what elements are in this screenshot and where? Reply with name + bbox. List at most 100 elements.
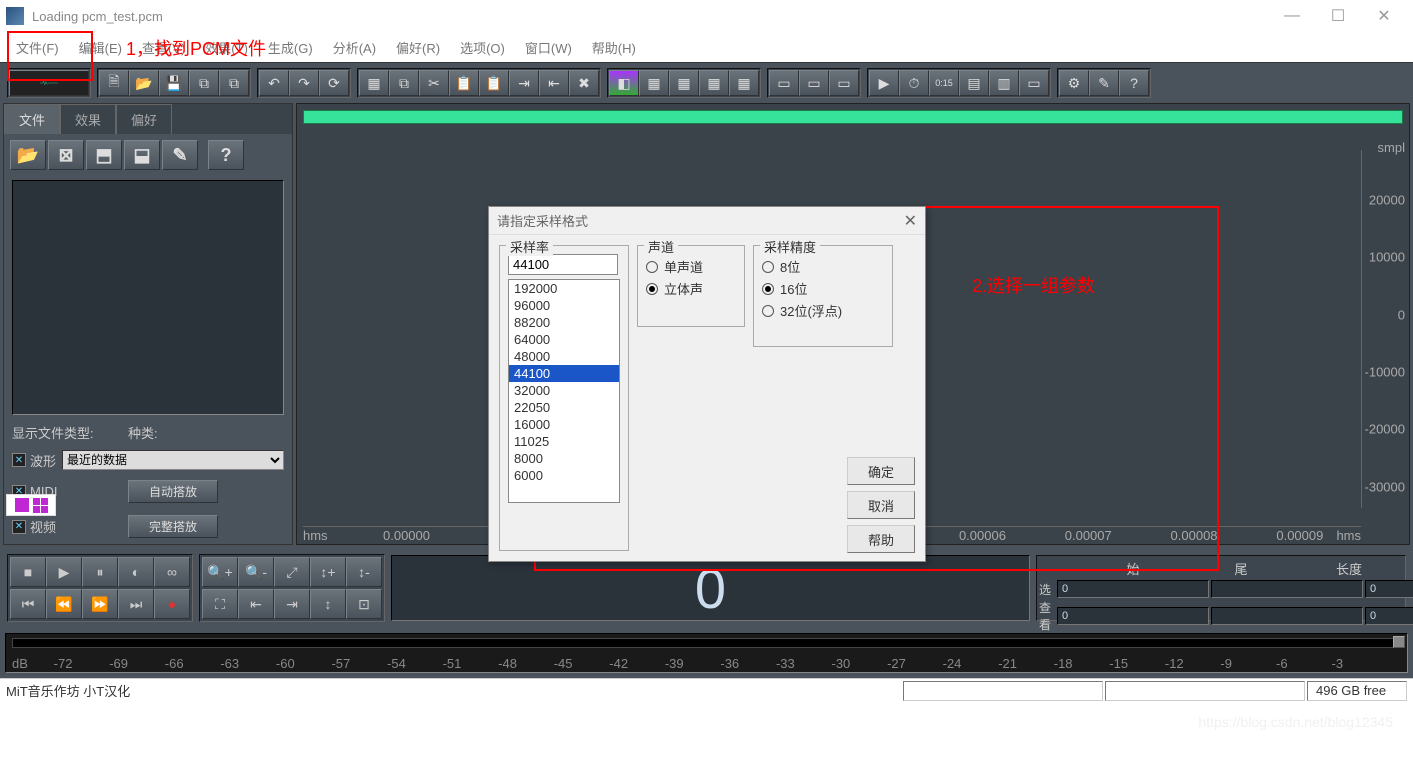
- meter-icon[interactable]: ▤: [959, 70, 989, 96]
- rate-option[interactable]: 16000: [509, 416, 619, 433]
- settings-icon[interactable]: ⚙: [1059, 70, 1089, 96]
- zoom-reset-v-icon[interactable]: ↕: [310, 589, 346, 619]
- stop-button[interactable]: ■: [10, 557, 46, 587]
- rewind-button[interactable]: ⏪: [46, 589, 82, 619]
- db-handle-icon[interactable]: [1393, 636, 1405, 648]
- ok-button[interactable]: 确定: [847, 457, 915, 485]
- radio-mono[interactable]: 单声道: [646, 257, 736, 276]
- sel-len-input[interactable]: [1365, 580, 1413, 598]
- help-button[interactable]: 帮助: [847, 525, 915, 553]
- zoom-right-icon[interactable]: ⇥: [274, 589, 310, 619]
- sample-rate-input[interactable]: [508, 254, 618, 275]
- sel-end-input[interactable]: [1211, 580, 1363, 598]
- chk-video[interactable]: ✕视频: [12, 517, 122, 536]
- rate-option[interactable]: 8000: [509, 450, 619, 467]
- side-tab-files[interactable]: 文件: [4, 104, 60, 134]
- zoom-in-v-icon[interactable]: ↕+: [310, 557, 346, 587]
- help-icon[interactable]: ?: [1119, 70, 1149, 96]
- rate-option[interactable]: 48000: [509, 348, 619, 365]
- side-help-icon[interactable]: ?: [208, 140, 244, 170]
- menu-edit[interactable]: 编辑(E): [69, 34, 132, 61]
- play-button[interactable]: ▶: [46, 557, 82, 587]
- side-tab-effects[interactable]: 效果: [60, 104, 116, 134]
- menu-file[interactable]: 文件(F): [6, 34, 69, 61]
- timer-icon[interactable]: ⏱: [899, 70, 929, 96]
- minimize-button[interactable]: —: [1269, 1, 1315, 31]
- properties-icon[interactable]: ▦: [359, 70, 389, 96]
- menu-generate[interactable]: 生成(G): [258, 34, 323, 61]
- menu-prefs[interactable]: 偏好(R): [386, 34, 450, 61]
- cancel-button[interactable]: 取消: [847, 491, 915, 519]
- radio-8bit[interactable]: 8位: [762, 257, 884, 276]
- undo-icon[interactable]: ↶: [259, 70, 289, 96]
- crop-icon[interactable]: ⇤: [539, 70, 569, 96]
- view-start-input[interactable]: [1057, 607, 1209, 625]
- sel-start-input[interactable]: [1057, 580, 1209, 598]
- chk-wave[interactable]: ✕波形: [12, 451, 56, 470]
- zoom-full-icon[interactable]: ⛶: [202, 589, 238, 619]
- view1-icon[interactable]: ▭: [769, 70, 799, 96]
- recent-select[interactable]: 最近的数据: [62, 450, 284, 470]
- maximize-button[interactable]: ☐: [1315, 1, 1361, 31]
- view2-icon[interactable]: ▭: [799, 70, 829, 96]
- overview-bar[interactable]: [303, 110, 1403, 124]
- zoom-out-h-icon[interactable]: 🔍-: [238, 557, 274, 587]
- new-file-icon[interactable]: 🗎: [99, 70, 129, 96]
- rate-option[interactable]: 11025: [509, 433, 619, 450]
- bars-icon[interactable]: ▥: [989, 70, 1019, 96]
- rate-option[interactable]: 88200: [509, 314, 619, 331]
- rate-option[interactable]: 32000: [509, 382, 619, 399]
- redo-icon[interactable]: ↷: [289, 70, 319, 96]
- view-end-input[interactable]: [1211, 607, 1363, 625]
- trim-icon[interactable]: ⇥: [509, 70, 539, 96]
- menu-analyze[interactable]: 分析(A): [323, 34, 386, 61]
- record-button[interactable]: ●: [154, 589, 190, 619]
- side-insert-icon[interactable]: ⬒: [86, 140, 122, 170]
- save-multi-icon[interactable]: ⧉: [189, 70, 219, 96]
- rate-option[interactable]: 192000: [509, 280, 619, 297]
- script-icon[interactable]: ✎: [1089, 70, 1119, 96]
- cut-icon[interactable]: ✂: [419, 70, 449, 96]
- rate-option[interactable]: 96000: [509, 297, 619, 314]
- radio-16bit[interactable]: 16位: [762, 279, 884, 298]
- goto-end-button[interactable]: ⏭: [118, 589, 154, 619]
- delete-icon[interactable]: ✖: [569, 70, 599, 96]
- grid3-icon[interactable]: ▦: [699, 70, 729, 96]
- side-close-icon[interactable]: ⊠: [48, 140, 84, 170]
- side-append-icon[interactable]: ⬓: [124, 140, 160, 170]
- floating-widget[interactable]: [6, 494, 56, 516]
- play-icon[interactable]: ▶: [869, 70, 899, 96]
- loop-button[interactable]: ∞: [154, 557, 190, 587]
- zoom-left-icon[interactable]: ⇤: [238, 589, 274, 619]
- zoom-in-h-icon[interactable]: 🔍+: [202, 557, 238, 587]
- rate-option[interactable]: 22050: [509, 399, 619, 416]
- play-sel-button[interactable]: ◐: [118, 557, 154, 587]
- radio-stereo[interactable]: 立体声: [646, 279, 736, 298]
- side-open-icon[interactable]: 📂: [10, 140, 46, 170]
- rate-option[interactable]: 44100: [509, 365, 619, 382]
- zoom-reset-icon[interactable]: ⊡: [346, 589, 382, 619]
- duration-icon[interactable]: 0:15: [929, 70, 959, 96]
- close-button[interactable]: ✕: [1361, 1, 1407, 31]
- menu-help[interactable]: 帮助(H): [582, 34, 646, 61]
- dialog-close-icon[interactable]: ✕: [904, 211, 917, 231]
- full-layout-button[interactable]: 完整搭放: [128, 515, 218, 538]
- rate-option[interactable]: 6000: [509, 467, 619, 484]
- waveform-thumb-icon[interactable]: [9, 70, 89, 96]
- zoom-out-v-icon[interactable]: ↕-: [346, 557, 382, 587]
- radio-32bit[interactable]: 32位(浮点): [762, 301, 884, 320]
- side-tab-prefs[interactable]: 偏好: [116, 104, 172, 134]
- side-edit-icon[interactable]: ✎: [162, 140, 198, 170]
- menu-options[interactable]: 选项(O): [450, 34, 515, 61]
- view-len-input[interactable]: [1365, 607, 1413, 625]
- save-icon[interactable]: 💾: [159, 70, 189, 96]
- spectral-icon[interactable]: ◧: [609, 70, 639, 96]
- view3-icon[interactable]: ▭: [829, 70, 859, 96]
- zoom-sel-icon[interactable]: ⤢: [274, 557, 310, 587]
- copy-icon[interactable]: ⧉: [389, 70, 419, 96]
- repeat-icon[interactable]: ⟳: [319, 70, 349, 96]
- grid1-icon[interactable]: ▦: [639, 70, 669, 96]
- window-icon[interactable]: ▭: [1019, 70, 1049, 96]
- goto-start-button[interactable]: ⏮: [10, 589, 46, 619]
- grid2-icon[interactable]: ▦: [669, 70, 699, 96]
